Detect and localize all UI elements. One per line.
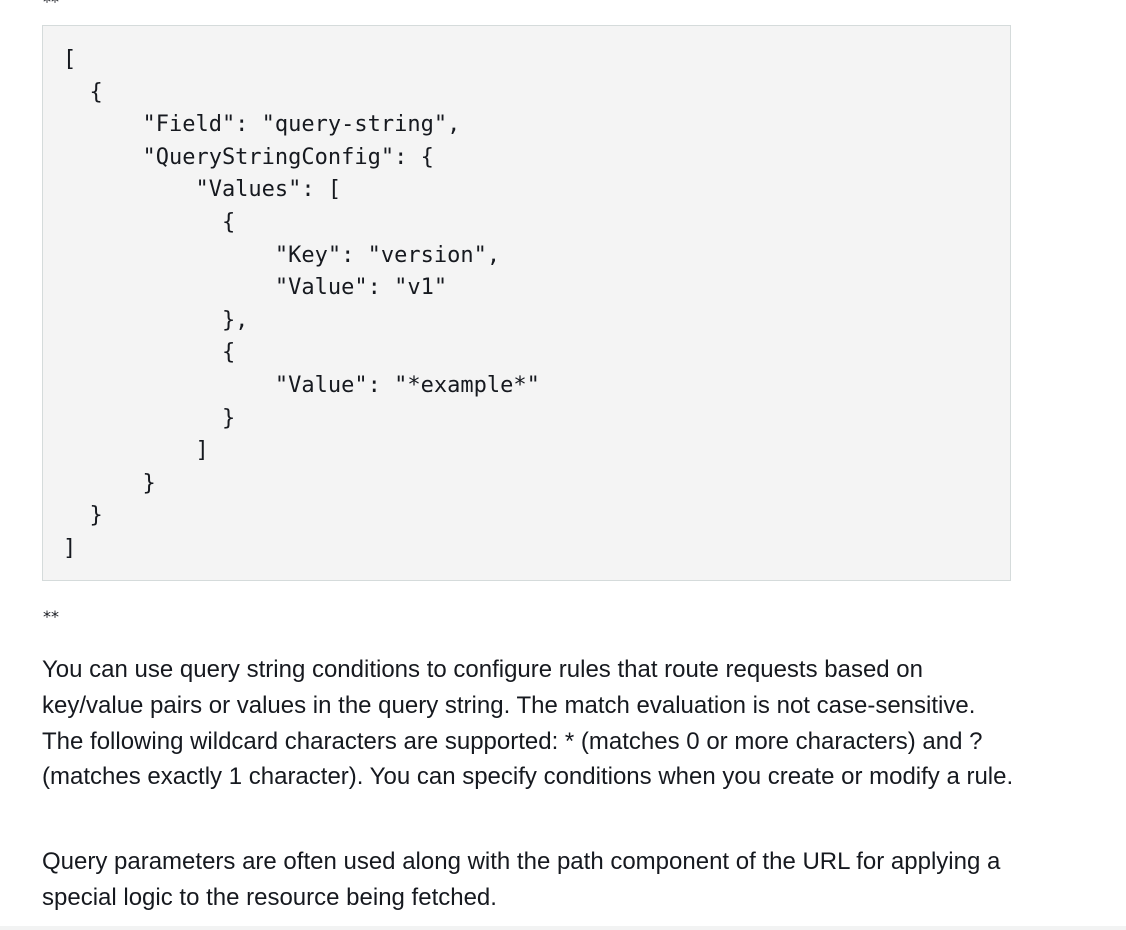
code-line: } xyxy=(63,503,103,529)
code-line: }, xyxy=(63,307,249,333)
code-block: [ { "Field": "query-string", "QueryStrin… xyxy=(42,25,1011,581)
code-line: [ xyxy=(63,47,77,72)
bottom-divider xyxy=(0,926,1126,930)
code-line: ] xyxy=(63,438,209,464)
code-line: { xyxy=(63,79,103,105)
code-line: { xyxy=(63,209,236,235)
code-content: [ { "Field": "query-string", "QueryStrin… xyxy=(63,44,540,566)
emphasis-marker-top: ** xyxy=(43,0,59,11)
emphasis-marker-bottom: ** xyxy=(43,607,59,626)
code-line: "Field": "query-string", xyxy=(63,112,461,138)
code-line: ] xyxy=(63,535,77,561)
document-page: ** [ { "Field": "query-string", "QuerySt… xyxy=(0,0,1126,930)
usage-paragraph: Query parameters are often used along wi… xyxy=(42,848,1001,911)
code-line: } xyxy=(63,470,156,496)
code-line: "Value": "*example*" xyxy=(63,372,540,398)
description-paragraph: You can use query string conditions to c… xyxy=(42,656,1014,791)
code-line: "QueryStringConfig": { xyxy=(63,144,434,170)
code-line: { xyxy=(63,340,236,366)
code-line: "Values": [ xyxy=(63,177,342,203)
code-line: "Key": "version", xyxy=(63,242,501,268)
code-line: "Value": "v1" xyxy=(63,275,448,301)
code-line: } xyxy=(63,405,236,431)
